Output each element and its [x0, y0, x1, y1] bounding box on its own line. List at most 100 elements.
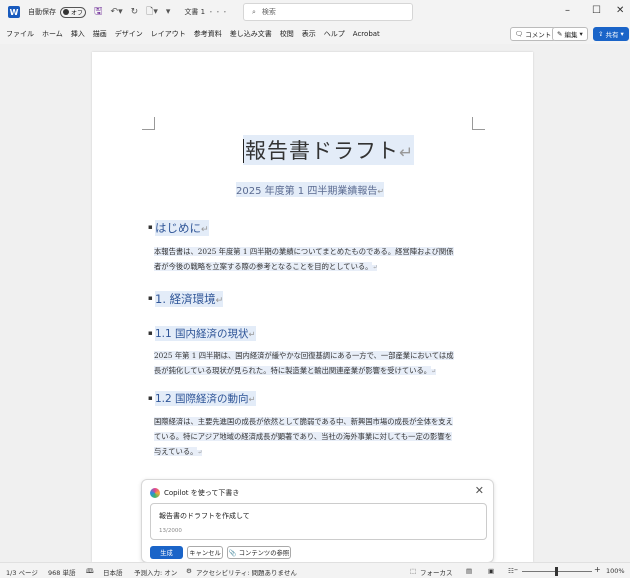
heading-domestic-economy[interactable]: 1.1 国内経済の現状↵ — [155, 326, 256, 341]
paragraph-line: 与えている。 — [154, 447, 198, 456]
redo-icon[interactable]: ↻ — [131, 7, 139, 17]
search-placeholder: 検索 — [261, 8, 276, 16]
word-count[interactable]: 968 単語 — [48, 567, 75, 577]
zoom-in-icon[interactable]: + — [594, 565, 601, 574]
heading-economic-environment[interactable]: 1. 経済環境↵ — [155, 291, 224, 307]
paragraph-mark: ↵ — [197, 450, 203, 456]
heading-text: 1.2 国際経済の動向 — [155, 393, 249, 405]
web-layout-icon[interactable]: ☷ — [508, 567, 514, 575]
search-icon: ⌕ — [252, 7, 256, 16]
tab-layout[interactable]: レイアウト — [151, 29, 186, 39]
document-template-icon[interactable]: 🗋▾ — [146, 4, 158, 20]
tab-draw[interactable]: 描画 — [93, 29, 107, 39]
paragraph-mark: ↵ — [248, 329, 256, 339]
cancel-button[interactable]: キャンセル — [187, 546, 223, 559]
search-box[interactable]: ⌕ 検索 — [243, 3, 413, 21]
comment-button[interactable]: 🗨 コメント — [510, 27, 557, 41]
tab-references[interactable]: 参考資料 — [194, 29, 222, 39]
tab-home[interactable]: ホーム — [42, 29, 63, 39]
tab-insert[interactable]: 挿入 — [71, 29, 85, 39]
heading-bullet: ▪ — [148, 394, 153, 402]
heading-text: 1. 経済環境 — [155, 292, 216, 306]
document-title-heading[interactable]: 報告書ドラフト↵ — [243, 135, 415, 165]
tab-acrobat[interactable]: Acrobat — [353, 30, 380, 38]
tab-help[interactable]: ヘルプ — [324, 29, 345, 39]
heading-text: 1.1 国内経済の現状 — [155, 328, 249, 340]
paragraph-introduction[interactable]: 本報告書は、2025 年度第 1 四半期の業績についてまとめたものである。経営陣… — [154, 244, 474, 276]
copilot-title: Copilot を使って下書き — [164, 489, 240, 497]
paragraph-mark: ↵ — [201, 224, 209, 235]
customize-toolbar-icon[interactable]: ▾ — [166, 7, 171, 17]
document-title[interactable]: 文書 1 ・・・ — [184, 7, 228, 17]
paragraph-line: 本報告書は、2025 年度第 1 四半期の業績についてまとめたものである。経営陣… — [154, 247, 454, 256]
read-mode-icon[interactable]: ▤ — [466, 567, 472, 575]
close-icon[interactable]: ✕ — [475, 484, 484, 497]
copilot-draft-panel: Copilot を使って下書き ✕ 報告書のドラフトを作成して 13/2000 … — [141, 479, 494, 563]
comment-label: コメント — [525, 31, 552, 39]
tab-file[interactable]: ファイル — [6, 29, 34, 39]
focus-icon: ⬚ — [410, 567, 417, 575]
maximize-icon[interactable]: ☐ — [592, 5, 601, 16]
print-layout-icon[interactable]: ▣ — [488, 567, 494, 575]
heading-bullet: ▪ — [148, 329, 153, 337]
document-subtitle[interactable]: 2025 年度第 1 四半期業績報告↵ — [236, 182, 385, 197]
paragraph-line: 者が今後の戦略を立案する際の参考となることを目的としている。 — [154, 262, 373, 271]
paragraph-mark: ↵ — [372, 265, 378, 271]
paragraph-domestic-economy[interactable]: 2025 年第 1 四半期は、国内経済が緩やかな回復基調にある一方で、一部産業に… — [154, 348, 474, 380]
share-icon: ⇪ — [598, 30, 604, 38]
paragraph-mark: ↵ — [399, 142, 415, 162]
paragraph-mark: ↵ — [377, 187, 385, 196]
autosave-state: オフ — [71, 9, 84, 17]
chevron-down-icon: ▾ — [579, 30, 583, 38]
close-icon[interactable]: ✕ — [616, 5, 624, 16]
copilot-icon — [150, 488, 160, 498]
chevron-down-icon: ▾ — [620, 30, 624, 38]
tab-mailings[interactable]: 差し込み文書 — [230, 29, 272, 39]
autosave-label: 自動保存 — [28, 8, 56, 16]
save-icon[interactable]: 🖫 — [94, 4, 103, 21]
tab-view[interactable]: 表示 — [302, 29, 316, 39]
comment-icon: 🗨 — [515, 30, 524, 38]
status-bar: 1/3 ページ 968 単語 🕮 日本語 予測入力: オン ⚙ アクセシビリティ… — [0, 562, 630, 578]
title-text: 報告書ドラフト — [245, 139, 399, 163]
paragraph-mark: ↵ — [215, 295, 224, 306]
document-title-text: 文書 1 — [184, 8, 206, 16]
zoom-slider-thumb[interactable] — [555, 567, 558, 576]
reference-content-button[interactable]: 📎 コンテンツの参照 — [227, 546, 291, 559]
paragraph-mark: ↵ — [431, 369, 436, 375]
word-logo-icon: W — [8, 6, 20, 18]
paragraph-line: 2025 年第 1 四半期は、国内経済が緩やかな回復基調にある一方で、一部産業に… — [154, 351, 454, 360]
accessibility-icon: ⚙ — [186, 567, 192, 575]
heading-text: はじめに — [155, 221, 201, 235]
proofing-icon[interactable]: 🕮 — [86, 567, 94, 578]
autosave-toggle[interactable]: オフ — [60, 6, 86, 18]
zoom-out-icon[interactable]: – — [514, 565, 518, 574]
heading-bullet: ▪ — [148, 294, 153, 302]
focus-mode[interactable]: フォーカス — [420, 567, 453, 577]
reference-label: コンテンツの参照 — [238, 550, 290, 557]
share-button[interactable]: ⇪ 共有 ▾ — [593, 27, 629, 41]
tab-design[interactable]: デザイン — [115, 29, 143, 39]
tab-review[interactable]: 校閲 — [280, 29, 294, 39]
accessibility-status[interactable]: アクセシビリティ: 問題ありません — [196, 567, 297, 577]
paragraph-line: 長が鈍化している現状が見られた。特に製造業と輸出関連産業が影響を受けている。 — [154, 366, 432, 375]
heading-global-economy[interactable]: 1.2 国際経済の動向↵ — [155, 391, 256, 406]
undo-icon[interactable]: ↶▾ — [111, 7, 123, 17]
edit-mode-button[interactable]: ✎ 編集 ▾ — [552, 27, 588, 41]
margin-corner-top-right — [472, 117, 485, 130]
subtitle-text: 2025 年度第 1 四半期業績報告 — [236, 186, 378, 197]
paragraph-global-economy[interactable]: 国際経済は、主要先進国の成長が依然として脆弱である中、新興国市場の成長が全体を支… — [154, 414, 474, 461]
language-indicator[interactable]: 日本語 — [103, 567, 123, 577]
attach-icon: 📎 — [228, 549, 237, 557]
page-count[interactable]: 1/3 ページ — [6, 567, 38, 577]
text-prediction-status[interactable]: 予測入力: オン — [134, 567, 177, 577]
heading-bullet: ▪ — [148, 223, 153, 231]
generate-button[interactable]: 生成 — [150, 546, 183, 559]
zoom-level[interactable]: 100% — [606, 567, 625, 575]
edit-label: 編集 — [564, 31, 578, 39]
minimize-icon[interactable]: – — [565, 5, 570, 16]
margin-corner-top-left — [142, 117, 155, 130]
character-count: 13/2000 — [159, 528, 182, 534]
heading-introduction[interactable]: はじめに↵ — [155, 220, 209, 236]
copilot-prompt-input[interactable]: 報告書のドラフトを作成して 13/2000 — [150, 503, 487, 540]
